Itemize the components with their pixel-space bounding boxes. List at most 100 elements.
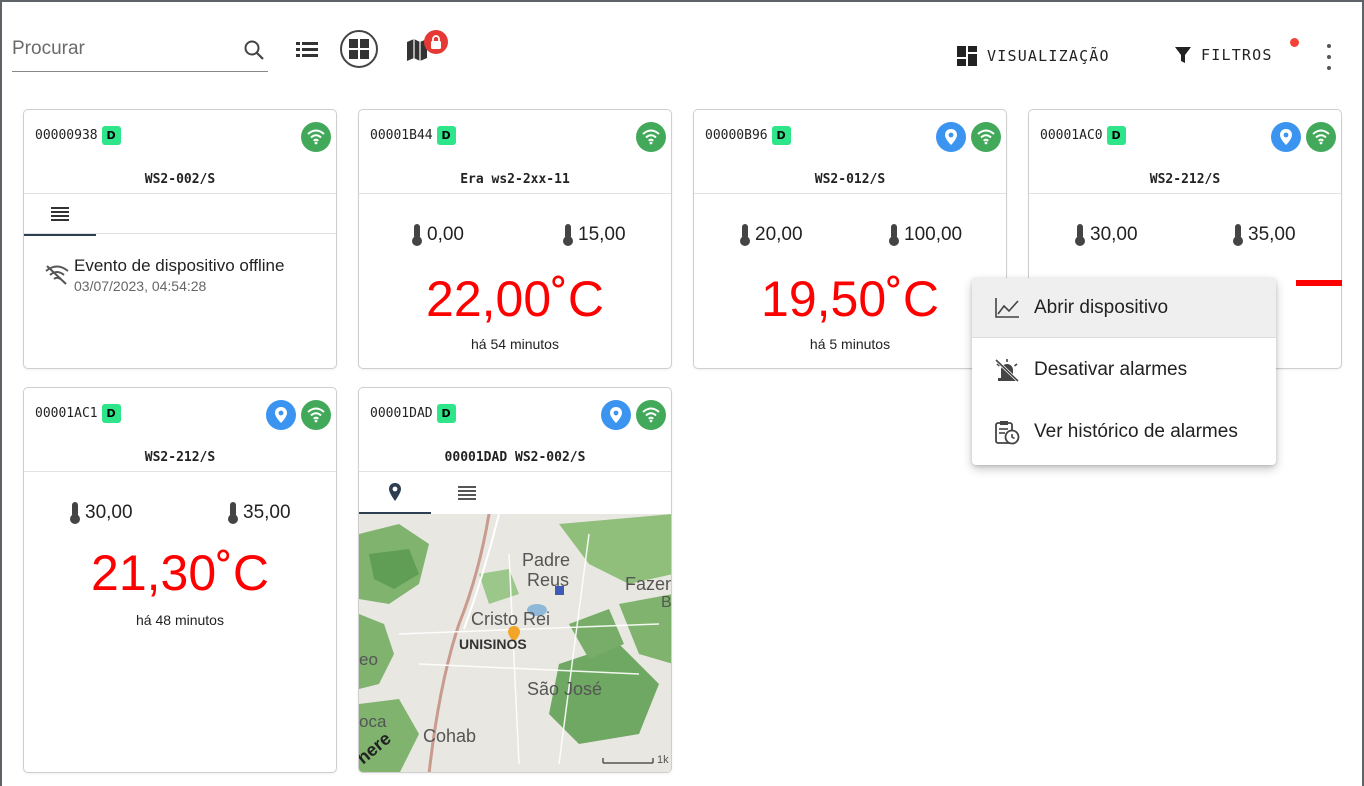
map-label: Cristo Rei — [471, 609, 551, 629]
menu-item-label: Abrir dispositivo — [1034, 296, 1169, 318]
map-scale: 1k — [657, 754, 669, 766]
search-input[interactable] — [12, 32, 232, 66]
location-icon[interactable] — [601, 400, 631, 430]
temperature-reading: 22,00˚C — [426, 271, 604, 327]
device-id-row: 00000938 D — [35, 126, 121, 145]
filter-icon — [1175, 47, 1191, 63]
device-name: WS2-012/S — [814, 172, 886, 187]
last-update: há 5 minutos — [809, 336, 891, 352]
device-id: 00001DAD — [370, 406, 433, 421]
min-limit: 0,00 — [411, 223, 464, 247]
device-type-badge: D — [101, 404, 121, 423]
map-label: Reus — [527, 570, 570, 590]
min-value: 30,00 — [1090, 224, 1138, 245]
device-id-row: 00000B96 D — [705, 126, 791, 145]
device-id: 00000938 — [35, 128, 98, 143]
device-id: 00001AC1 — [35, 406, 98, 421]
wifi-status-icon — [971, 122, 1001, 152]
min-value: 20,00 — [755, 224, 803, 245]
list-icon — [458, 486, 476, 500]
menu-item-label: Desativar alarmes — [1034, 359, 1188, 380]
grid-view-icon — [349, 39, 369, 59]
temperature-reading: 19,50˚C — [761, 271, 939, 327]
device-card[interactable]: 00001B44 D Era ws2-2xx-11 0,00 15,00 22,… — [358, 109, 672, 369]
map-label: Fazen — [625, 574, 671, 594]
device-id-row: 00001B44 D — [370, 126, 456, 145]
device-id-row: 00001AC0 D — [1040, 126, 1126, 145]
menu-item-disable-alarms[interactable]: Desativar alarmes — [972, 340, 1276, 400]
dashboard-icon — [957, 46, 977, 66]
device-name: WS2-002/S — [144, 172, 216, 187]
wifi-status-icon — [301, 400, 331, 430]
map-label: B — [661, 594, 671, 611]
map-label: eo — [359, 650, 378, 669]
map-label: Cohab — [423, 726, 477, 746]
filter-active-dot — [1290, 38, 1299, 47]
visualizacao-label: VISUALIZAÇÃO — [987, 47, 1110, 65]
tab-list[interactable] — [431, 472, 503, 514]
last-update: há 54 minutos — [471, 336, 559, 352]
wifi-status-icon — [636, 400, 666, 430]
device-type-badge: D — [101, 126, 121, 145]
device-card[interactable]: 00001DAD D 00001DAD WS2-002/S Padre Reus… — [358, 387, 672, 773]
menu-item-alarm-history[interactable]: Ver histórico de alarmes — [972, 402, 1276, 462]
search-field[interactable] — [12, 32, 268, 72]
map-label: São José — [527, 679, 603, 699]
card-header: 00001B44 D Era ws2-2xx-11 — [359, 110, 671, 194]
device-card[interactable]: 00000B96 D WS2-012/S 20,00 100,00 19,50˚… — [693, 109, 1007, 369]
visualizacao-button[interactable]: VISUALIZAÇÃO — [957, 46, 1110, 66]
wifi-off-icon — [45, 265, 69, 285]
thermometer-icon — [412, 224, 422, 246]
thermometer-icon — [1233, 224, 1243, 246]
min-limit: 20,00 — [739, 223, 803, 247]
wifi-status-icon — [636, 122, 666, 152]
device-id: 00001AC0 — [1040, 128, 1103, 143]
device-type-badge: D — [436, 404, 456, 423]
list-view-icon — [296, 42, 318, 57]
location-icon[interactable] — [936, 122, 966, 152]
device-type-badge: D — [771, 126, 791, 145]
offline-event-title: Evento de dispositivo offline — [74, 256, 285, 275]
device-id: 00001B44 — [370, 128, 433, 143]
filtros-label: FILTROS — [1201, 46, 1273, 64]
max-limit: 100,00 — [888, 223, 962, 247]
lock-icon — [431, 35, 441, 49]
location-pin-icon — [389, 483, 401, 501]
location-icon[interactable] — [266, 400, 296, 430]
device-type-badge: D — [436, 126, 456, 145]
thermometer-icon — [228, 502, 238, 524]
card-header: 00001DAD D 00001DAD WS2-002/S — [359, 388, 671, 472]
location-icon[interactable] — [1271, 122, 1301, 152]
more-options-button[interactable] — [1322, 44, 1336, 70]
thermometer-icon — [1075, 224, 1085, 246]
clipboard-history-icon — [995, 421, 1020, 445]
map-label: Padre — [522, 550, 571, 570]
card-tabs — [359, 472, 671, 514]
thermometer-icon — [70, 502, 80, 524]
search-icon[interactable] — [242, 38, 266, 67]
card-header: 00001AC1 D WS2-212/S — [24, 388, 336, 472]
list-view-button[interactable] — [296, 40, 318, 60]
chart-line-icon — [995, 297, 1019, 318]
max-value: 15,00 — [578, 224, 626, 245]
menu-item-open-device[interactable]: Abrir dispositivo — [972, 278, 1276, 338]
device-card[interactable]: 00000938 D WS2-002/S Evento de dispositi… — [23, 109, 337, 369]
grid-view-button[interactable] — [340, 30, 378, 68]
filtros-button[interactable]: FILTROS — [1175, 46, 1273, 64]
list-icon — [51, 207, 69, 221]
tab-map[interactable] — [359, 472, 431, 514]
card-header: 00001AC0 D WS2-212/S — [1029, 110, 1341, 194]
device-map[interactable]: Padre Reus Fazen B Cristo Rei UNISINOS e… — [359, 514, 671, 772]
card-header: 00000938 D WS2-002/S — [24, 110, 336, 194]
temperature-reading: 21,30˚C — [91, 545, 269, 601]
min-limit: 30,00 — [1074, 223, 1138, 247]
min-limit: 30,00 — [69, 501, 133, 525]
card-tabs — [24, 194, 336, 236]
device-context-menu: Abrir dispositivo Desativar alarmes Ver … — [972, 278, 1276, 465]
thermometer-icon — [563, 224, 573, 246]
tab-list[interactable] — [24, 194, 96, 236]
card-header: 00000B96 D WS2-012/S — [694, 110, 1006, 194]
device-type-badge: D — [1106, 126, 1126, 145]
device-name: WS2-212/S — [1149, 172, 1221, 187]
device-card[interactable]: 00001AC1 D WS2-212/S 30,00 35,00 21,30˚C… — [23, 387, 337, 773]
